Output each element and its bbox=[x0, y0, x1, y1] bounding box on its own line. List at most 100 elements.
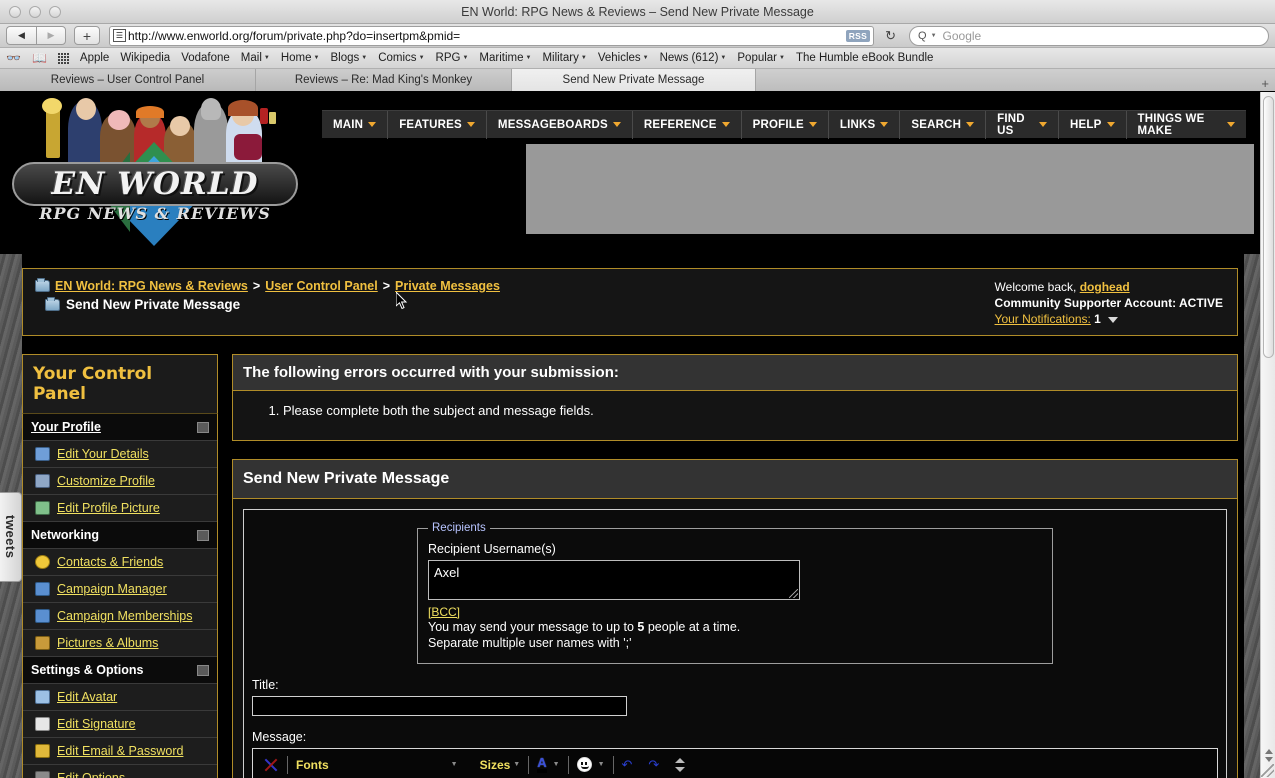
notifications-link[interactable]: Your Notifications: bbox=[995, 312, 1091, 326]
forward-button[interactable]: ▶ bbox=[36, 26, 66, 45]
chevron-down-icon[interactable]: ▼ bbox=[598, 761, 605, 768]
sidebar-item-label[interactable]: Pictures & Albums bbox=[57, 636, 158, 650]
window-controls[interactable] bbox=[0, 5, 61, 18]
bookmark-item[interactable]: Mail ▼ bbox=[241, 52, 270, 64]
sidebar-item-edit-avatar[interactable]: Edit Avatar bbox=[23, 684, 217, 711]
nav-item-profile[interactable]: PROFILE bbox=[742, 110, 829, 139]
sidebar-item-label[interactable]: Customize Profile bbox=[57, 474, 155, 488]
resize-handle[interactable] bbox=[789, 589, 798, 598]
sidebar-item-edit-options[interactable]: Edit Options bbox=[23, 765, 217, 778]
chevron-down-icon[interactable]: ▼ bbox=[513, 761, 520, 768]
sidebar-group-your-profile[interactable]: Your Profile bbox=[23, 414, 217, 441]
vertical-scrollbar[interactable] bbox=[1260, 92, 1275, 778]
notifications-row[interactable]: Your Notifications: 1 bbox=[995, 311, 1223, 327]
sidebar-item-edit-profile-picture[interactable]: Edit Profile Picture bbox=[23, 495, 217, 522]
toolbar-expand-icon[interactable] bbox=[675, 757, 686, 772]
bookmark-item[interactable]: Vodafone bbox=[181, 52, 230, 64]
search-input[interactable]: Q ▼ Google bbox=[909, 25, 1269, 46]
remove-format-icon[interactable] bbox=[263, 757, 279, 773]
sidebar-item-label[interactable]: Edit Profile Picture bbox=[57, 501, 160, 515]
collapse-icon[interactable] bbox=[197, 664, 209, 676]
nav-item-help[interactable]: HELP bbox=[1059, 110, 1127, 139]
nav-item-features[interactable]: FEATURES bbox=[388, 110, 487, 139]
new-tab-button[interactable]: + bbox=[756, 76, 1275, 91]
sidebar-item-contacts-friends[interactable]: Contacts & Friends bbox=[23, 549, 217, 576]
breadcrumb-link-home[interactable]: EN World: RPG News & Reviews bbox=[55, 279, 248, 293]
bookmark-item[interactable]: Apple bbox=[80, 52, 109, 64]
sidebar-item-edit-signature[interactable]: Edit Signature bbox=[23, 711, 217, 738]
nav-item-reference[interactable]: REFERENCE bbox=[633, 110, 742, 139]
tab-mad-kings-monkey[interactable]: Reviews – Re: Mad King's Monkey bbox=[256, 69, 512, 91]
bookmark-item[interactable]: News (612) ▼ bbox=[660, 52, 727, 64]
bookmark-item[interactable]: RPG ▼ bbox=[436, 52, 469, 64]
bcc-link[interactable]: [BCC] bbox=[428, 605, 1042, 619]
minimize-button[interactable] bbox=[29, 5, 41, 18]
sidebar-item-campaign-memberships[interactable]: Campaign Memberships bbox=[23, 603, 217, 630]
close-button[interactable] bbox=[9, 5, 21, 18]
bookmark-item[interactable]: Popular ▼ bbox=[737, 52, 785, 64]
reader-glasses-icon[interactable]: 👓 bbox=[6, 51, 21, 65]
scrollbar-thumb[interactable] bbox=[1263, 96, 1274, 358]
sidebar-group-settings-options[interactable]: Settings & Options bbox=[23, 657, 217, 684]
scrollbar-arrows[interactable] bbox=[1262, 749, 1275, 762]
add-tab-button[interactable]: + bbox=[74, 26, 100, 45]
breadcrumb-link-ucp[interactable]: User Control Panel bbox=[265, 279, 378, 293]
sidebar-item-customize-profile[interactable]: Customize Profile bbox=[23, 468, 217, 495]
bookmark-item[interactable]: Vehicles ▼ bbox=[598, 52, 649, 64]
bookmark-item[interactable]: Blogs ▼ bbox=[330, 52, 367, 64]
nav-item-things-we-make[interactable]: THINGS WE MAKE bbox=[1127, 111, 1247, 139]
bookmark-item[interactable]: Home ▼ bbox=[281, 52, 320, 64]
nav-item-main[interactable]: MAIN bbox=[322, 110, 389, 139]
site-logo[interactable]: EN WORLD RPG NEWS & REVIEWS bbox=[0, 92, 310, 254]
recipients-input[interactable]: Axel bbox=[428, 560, 800, 600]
sidebar-item-label[interactable]: Edit Email & Password bbox=[57, 744, 183, 758]
collapse-icon[interactable] bbox=[197, 421, 209, 433]
top-sites-grid-icon[interactable] bbox=[57, 52, 69, 64]
chevron-down-icon[interactable] bbox=[1108, 317, 1119, 323]
chevron-down-icon[interactable]: ▼ bbox=[451, 761, 458, 768]
collapse-icon[interactable] bbox=[197, 529, 209, 541]
font-size-label[interactable]: Sizes bbox=[480, 758, 511, 772]
tab-user-control-panel[interactable]: Reviews – User Control Panel bbox=[0, 69, 256, 91]
tweets-tab[interactable]: tweets bbox=[0, 492, 22, 582]
nav-item-links[interactable]: LINKS bbox=[829, 110, 901, 139]
bookmark-item[interactable]: Wikipedia bbox=[120, 52, 170, 64]
sidebar-item-edit-your-details[interactable]: Edit Your Details bbox=[23, 441, 217, 468]
sidebar-item-label[interactable]: Campaign Memberships bbox=[57, 609, 192, 623]
sidebar-item-label[interactable]: Edit Your Details bbox=[57, 447, 149, 461]
bookmark-item[interactable]: Military ▼ bbox=[542, 52, 586, 64]
chevron-down-icon[interactable]: ▼ bbox=[553, 761, 560, 768]
title-input[interactable] bbox=[252, 696, 627, 716]
sidebar-group-networking[interactable]: Networking bbox=[23, 522, 217, 549]
address-bar[interactable]: ☰ http://www.enworld.org/forum/private.p… bbox=[109, 25, 875, 46]
font-color-icon[interactable]: A bbox=[537, 756, 547, 773]
window-resize-grip[interactable] bbox=[1261, 764, 1274, 777]
chevron-down-icon[interactable]: ▼ bbox=[931, 33, 937, 39]
sidebar-item-label[interactable]: Edit Avatar bbox=[57, 690, 117, 704]
nav-item-find-us[interactable]: FIND US bbox=[986, 110, 1060, 139]
reload-icon[interactable]: ↻ bbox=[885, 28, 896, 44]
scroll-down-icon[interactable] bbox=[1264, 757, 1273, 762]
sidebar-item-edit-email-password[interactable]: Edit Email & Password bbox=[23, 738, 217, 765]
sidebar-item-label[interactable]: Campaign Manager bbox=[57, 582, 167, 596]
breadcrumb-link-pm[interactable]: Private Messages bbox=[395, 279, 500, 293]
font-family-label[interactable]: Fonts bbox=[296, 758, 329, 772]
bookmark-item[interactable]: Maritime ▼ bbox=[479, 52, 531, 64]
ad-banner[interactable] bbox=[526, 144, 1254, 234]
bookmark-item[interactable]: The Humble eBook Bundle bbox=[796, 52, 933, 64]
redo-icon[interactable]: ↷ bbox=[648, 757, 659, 773]
book-icon[interactable]: 📖 bbox=[32, 51, 47, 65]
tab-send-new-private-message[interactable]: Send New Private Message bbox=[512, 69, 756, 91]
username-link[interactable]: doghead bbox=[1080, 280, 1130, 294]
sidebar-item-campaign-manager[interactable]: Campaign Manager bbox=[23, 576, 217, 603]
rss-button[interactable]: RSS bbox=[845, 29, 871, 42]
undo-icon[interactable]: ↶ bbox=[622, 757, 633, 773]
back-button[interactable]: ◀ bbox=[6, 26, 36, 45]
sidebar-item-label[interactable]: Edit Signature bbox=[57, 717, 136, 731]
zoom-button[interactable] bbox=[49, 5, 61, 18]
sidebar-item-label[interactable]: Contacts & Friends bbox=[57, 555, 163, 569]
nav-item-messageboards[interactable]: MESSAGEBOARDS bbox=[487, 110, 633, 139]
message-editor[interactable]: Fonts ▼ Sizes ▼ A ▼ ▼ ↶ ↷ bbox=[252, 748, 1218, 778]
sidebar-item-pictures-albums[interactable]: Pictures & Albums bbox=[23, 630, 217, 657]
nav-item-search[interactable]: SEARCH bbox=[900, 110, 987, 139]
